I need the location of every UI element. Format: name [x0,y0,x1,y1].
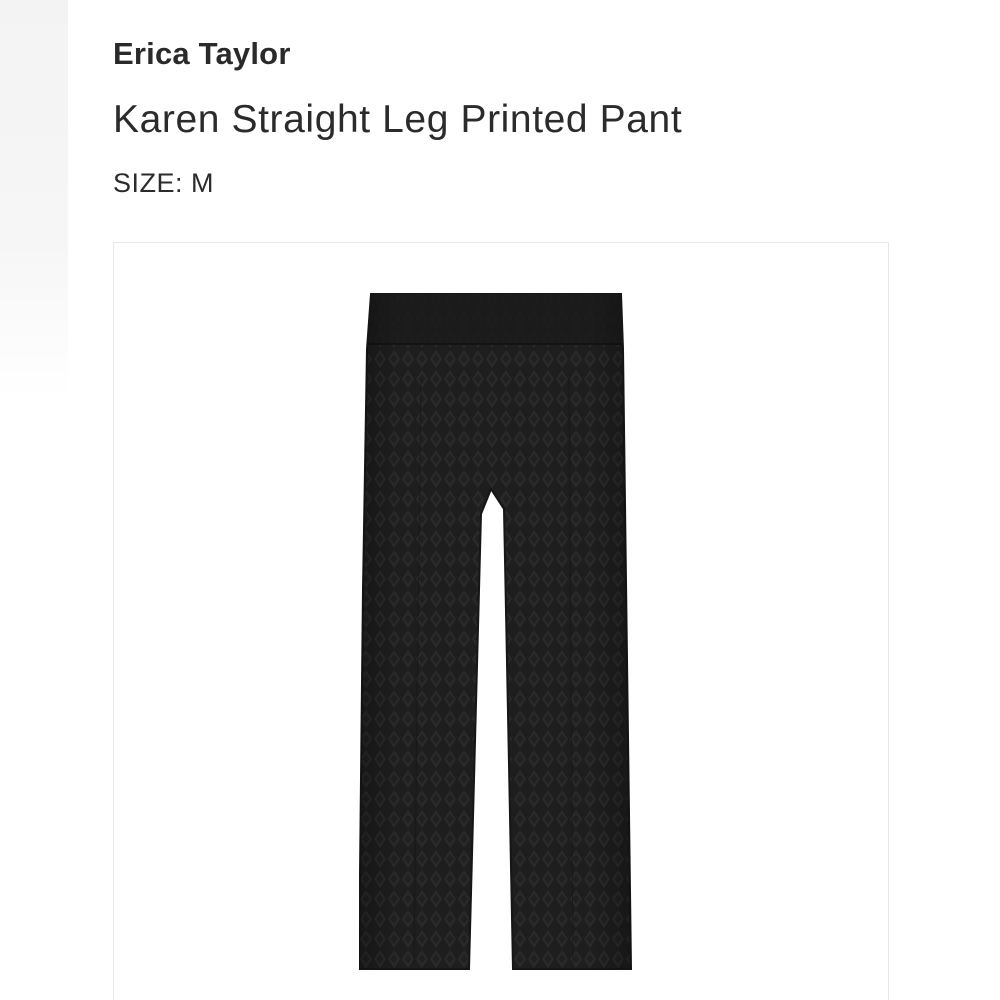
product-detail-page: Erica Taylor Karen Straight Leg Printed … [0,0,1000,1000]
brand-name: Erica Taylor [113,36,291,71]
size-info: SIZE: M [113,168,214,199]
pants-icon [359,293,633,970]
product-image-card[interactable] [113,242,889,1000]
size-label: SIZE: [113,168,184,198]
product-title: Karen Straight Leg Printed Pant [113,98,683,141]
left-panel-edge [0,0,68,400]
size-value: M [191,168,215,198]
